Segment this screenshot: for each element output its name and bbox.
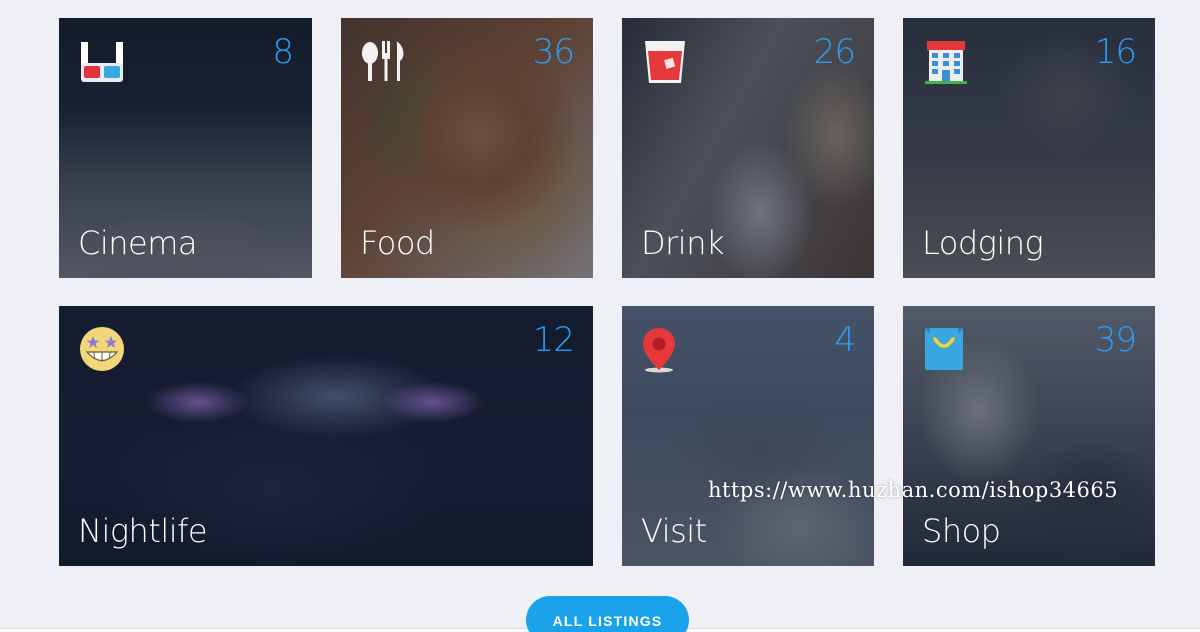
nightlife-count: 12: [532, 320, 575, 360]
cinema-label: Cinema: [78, 224, 197, 262]
category-tile-lodging[interactable]: 16 Lodging: [903, 18, 1155, 278]
hotel-building-icon: [922, 37, 970, 85]
category-tile-visit[interactable]: 4 Visit: [622, 306, 874, 566]
drink-glass-icon: [641, 37, 689, 85]
category-tile-nightlife[interactable]: 12 Nightlife: [59, 306, 593, 566]
shop-label: Shop: [922, 512, 1001, 550]
3d-glasses-icon: [78, 37, 126, 85]
star-eyes-emoji-icon: [78, 325, 126, 373]
all-listings-button[interactable]: ALL LISTINGS: [526, 596, 689, 632]
cutlery-icon: [360, 37, 408, 85]
category-tile-food[interactable]: 36 Food: [341, 18, 593, 278]
nightlife-label: Nightlife: [78, 512, 208, 550]
watermark-text: https://www.huzhan.com/ishop34665: [708, 478, 1119, 502]
food-label: Food: [360, 224, 435, 262]
food-count: 36: [532, 32, 575, 72]
visit-count: 4: [834, 320, 856, 360]
lodging-count: 16: [1094, 32, 1137, 72]
drink-label: Drink: [641, 224, 725, 262]
shopping-bag-icon: [922, 325, 970, 373]
cinema-count: 8: [272, 32, 294, 72]
shop-count: 39: [1094, 320, 1137, 360]
category-tile-shop[interactable]: 39 Shop: [903, 306, 1155, 566]
drink-count: 26: [813, 32, 856, 72]
visit-label: Visit: [641, 512, 707, 550]
map-pin-icon: [641, 325, 689, 373]
category-tile-cinema[interactable]: 8 Cinema: [59, 18, 312, 278]
category-tile-drink[interactable]: 26 Drink: [622, 18, 874, 278]
lodging-label: Lodging: [922, 224, 1044, 262]
